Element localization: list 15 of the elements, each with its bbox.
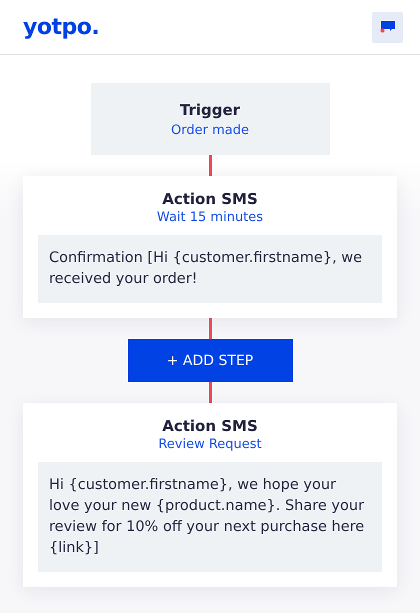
action-card[interactable]: Action SMS Review Request Hi {customer.firstname}, we hope your love your new {product.name}. Share your review for 10% off your next purchase here {link}]	[23, 403, 397, 587]
message-preview: Hi {customer.firstname}, we hope your love your new {product.name}. Share your review for 10% off your next purchase here {link}]	[38, 462, 382, 572]
action-card[interactable]: Action SMS Wait 15 minutes Confirmation [Hi {customer.firstname}, we received your order!	[23, 176, 397, 318]
chat-icon	[380, 19, 396, 35]
node-subtitle: Wait 15 minutes	[156, 210, 264, 225]
node-title: Action SMS	[162, 417, 258, 435]
node-title: Action SMS	[162, 190, 258, 208]
node-title: Trigger	[180, 100, 240, 118]
message-preview: Confirmation [Hi {customer.firstname}, we received your order!	[38, 235, 382, 303]
trigger-node[interactable]: Trigger Order made	[90, 83, 330, 155]
chat-button[interactable]	[372, 12, 403, 42]
node-subtitle: Review Request	[158, 437, 262, 452]
add-step-button[interactable]: + ADD STEP	[128, 339, 292, 382]
node-subtitle: Order made	[171, 122, 249, 138]
logo: yotpo.	[23, 14, 100, 40]
